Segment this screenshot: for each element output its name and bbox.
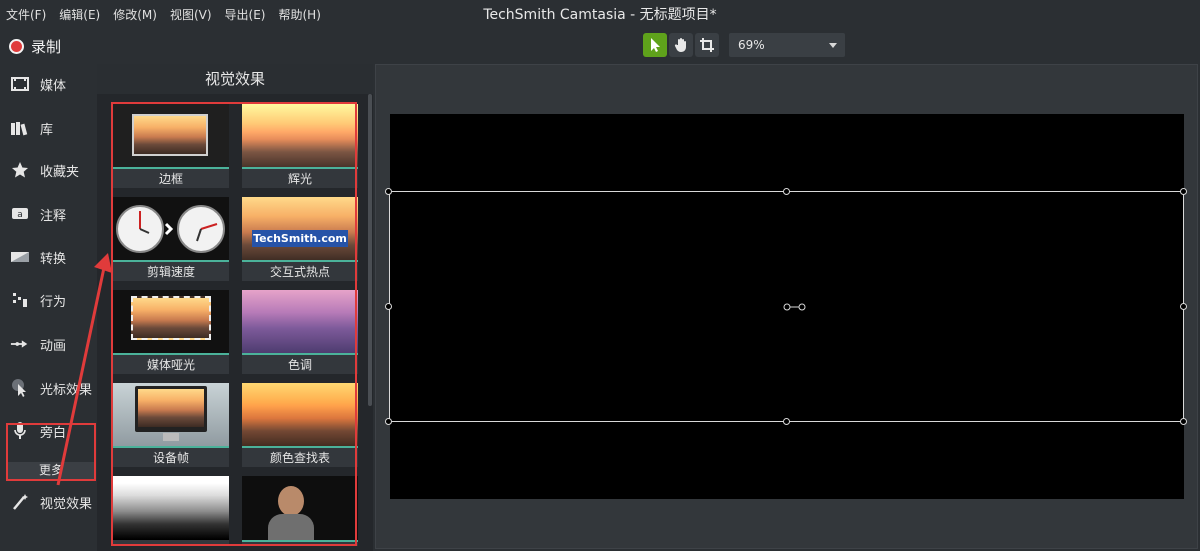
sidebar-item-label: 库 — [40, 122, 54, 138]
menu: 文件(F) 编辑(E) 修改(M) 视图(V) 导出(E) 帮助(H) — [6, 0, 334, 28]
annotation-icon: a — [10, 204, 30, 224]
sidebar-item-favorites[interactable]: 收藏夹 — [0, 150, 97, 190]
menu-edit[interactable]: 编辑(E) — [59, 6, 100, 23]
menu-export[interactable]: 导出(E) — [225, 6, 266, 23]
resize-handle[interactable] — [783, 418, 790, 425]
zoom-select[interactable]: 69% — [729, 33, 845, 57]
svg-text:a: a — [17, 210, 23, 220]
zoom-value: 69% — [738, 38, 765, 52]
resize-handle[interactable] — [385, 418, 392, 425]
annotation-arrow-icon — [56, 253, 112, 486]
resize-handle[interactable] — [1180, 303, 1187, 310]
crop-icon — [700, 38, 714, 52]
sidebar-item-annotations[interactable]: a 注释 — [0, 194, 97, 234]
record-dot-icon — [9, 39, 24, 54]
film-strip-icon — [10, 74, 30, 94]
menu-help[interactable]: 帮助(H) — [278, 6, 320, 23]
star-icon — [10, 160, 30, 180]
resize-handle[interactable] — [1180, 188, 1187, 195]
menu-file[interactable]: 文件(F) — [6, 6, 46, 23]
chevron-down-icon — [829, 43, 837, 48]
magic-wand-icon — [10, 492, 30, 512]
resize-handle[interactable] — [783, 188, 790, 195]
toolbar: 录制 69% — [0, 28, 1200, 64]
panel-scrollbar[interactable] — [368, 94, 372, 406]
cursor-effect-icon — [10, 378, 30, 398]
pointer-arrow-icon — [651, 38, 660, 52]
record-button[interactable]: 录制 — [9, 36, 61, 57]
pointer-tool-button[interactable] — [643, 33, 667, 57]
transition-icon — [10, 247, 30, 267]
resize-handle[interactable] — [385, 188, 392, 195]
crop-tool-button[interactable] — [695, 33, 719, 57]
menu-bar: 文件(F) 编辑(E) 修改(M) 视图(V) 导出(E) 帮助(H) Tech… — [0, 0, 1200, 28]
resize-handle[interactable] — [1180, 418, 1187, 425]
library-books-icon — [10, 118, 30, 138]
sidebar-item-label: 媒体 — [40, 78, 67, 94]
sidebar-item-label: 注释 — [40, 208, 67, 224]
sidebar-item-media[interactable]: 媒体 — [0, 64, 97, 104]
sidebar-item-library[interactable]: 库 — [0, 108, 97, 148]
record-label: 录制 — [31, 38, 62, 56]
hand-pan-icon — [674, 38, 686, 52]
sidebar-item-label: 收藏夹 — [40, 164, 80, 180]
menu-modify[interactable]: 修改(M) — [113, 6, 157, 23]
rotate-handle-icon[interactable] — [783, 302, 809, 312]
animation-arrow-icon — [10, 334, 30, 354]
resize-handle[interactable] — [385, 303, 392, 310]
panel-title: 视觉效果 — [97, 64, 373, 94]
pan-tool-button[interactable] — [669, 33, 693, 57]
behavior-icon — [10, 290, 30, 310]
menu-view[interactable]: 视图(V) — [170, 6, 212, 23]
